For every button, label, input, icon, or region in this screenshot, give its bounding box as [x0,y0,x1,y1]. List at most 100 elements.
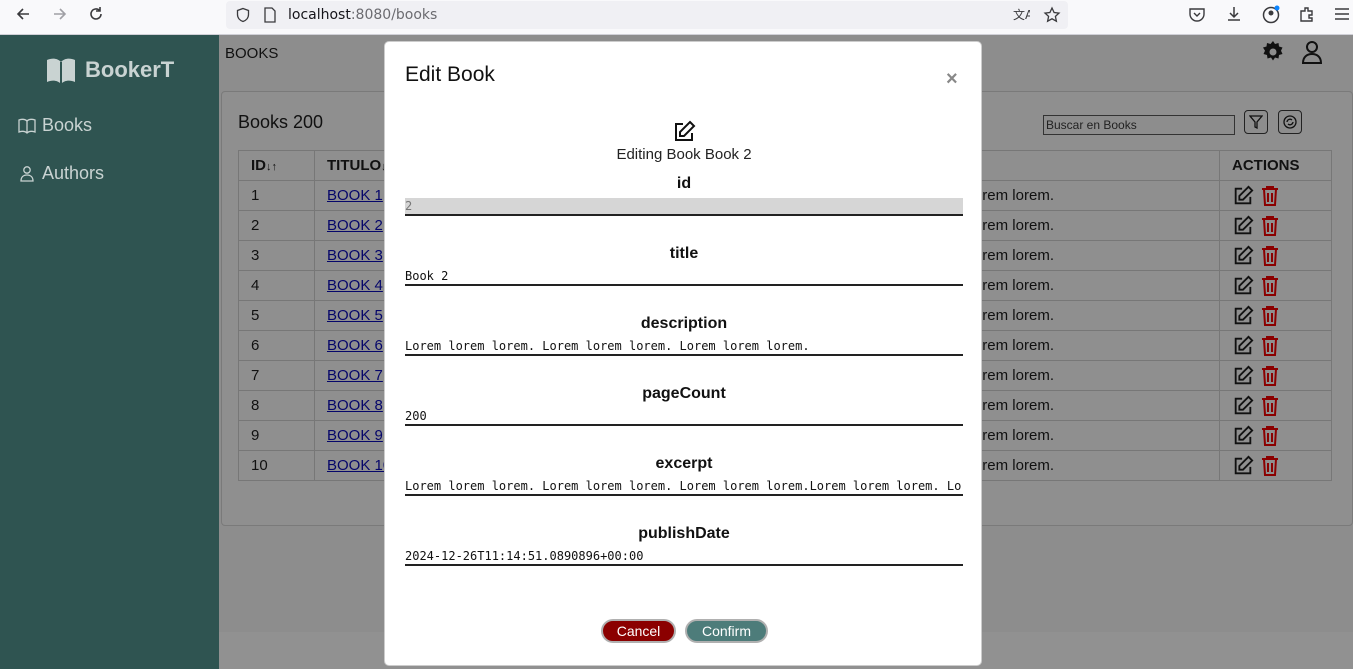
trash-icon[interactable] [1260,185,1280,207]
edit-icon[interactable] [1232,425,1254,447]
gear-icon[interactable] [1261,40,1285,64]
trash-icon[interactable] [1260,365,1280,387]
page-icon [264,7,276,23]
book-logo-icon [47,58,75,84]
trash-icon[interactable] [1260,395,1280,417]
search-input[interactable]: Buscar en Books [1043,115,1235,135]
book-link[interactable]: BOOK 3 [327,247,383,264]
pagecount-field[interactable]: 200 [405,408,963,426]
browser-toolbar: localhost:8080/books 文A [0,0,1353,35]
cell-actions [1219,270,1332,301]
book-link[interactable]: BOOK 6 [327,337,383,354]
title-field[interactable]: Book 2 [405,268,963,286]
sort-icon[interactable]: ↓↑ [266,161,277,173]
cell-actions [1219,390,1332,421]
cell-actions [1219,450,1332,481]
edit-icon[interactable] [1232,395,1254,417]
description-field[interactable]: Lorem lorem lorem. Lorem lorem lorem. Lo… [405,338,963,356]
edit-icon[interactable] [1232,245,1254,267]
trash-icon[interactable] [1260,275,1280,297]
book-link[interactable]: BOOK 8 [327,397,383,414]
extensions-icon[interactable] [1298,5,1316,23]
close-icon[interactable]: × [946,68,958,91]
download-icon[interactable] [1225,5,1243,23]
svg-text:文A: 文A [1013,7,1030,22]
filter-icon [1249,115,1263,129]
translate-icon[interactable]: 文A [1013,7,1030,23]
book-link[interactable]: BOOK 1 [327,187,383,204]
sidebar-item-books[interactable]: Books [18,115,92,136]
menu-icon[interactable] [1334,7,1350,21]
cell-id: 7 [238,360,315,391]
account-icon[interactable] [1261,5,1281,25]
cell-id: 8 [238,390,315,421]
edit-icon[interactable] [1232,455,1254,477]
section-title: BOOKS [225,45,279,62]
cell-actions [1219,300,1332,331]
cell-id: 5 [238,300,315,331]
id-field: 2 [405,198,963,216]
filter-button[interactable] [1244,110,1268,134]
cancel-button[interactable]: Cancel [601,619,676,643]
back-icon[interactable] [11,5,35,25]
trash-icon[interactable] [1260,245,1280,267]
cell-actions [1219,360,1332,391]
cell-actions [1219,330,1332,361]
pocket-icon[interactable] [1188,6,1206,24]
edit-icon[interactable] [1232,335,1254,357]
book-link[interactable]: BOOK 4 [327,277,383,294]
cell-actions [1219,210,1332,241]
title-label: title [669,245,699,262]
edit-icon[interactable] [1232,365,1254,387]
edit-book-modal: Edit Book × Editing Book Book 2 id 2 tit… [384,41,982,666]
edit-icon[interactable] [1232,305,1254,327]
id-label: id [676,175,692,192]
cell-actions [1219,240,1332,271]
cell-actions [1219,180,1332,211]
publishdate-label: publishDate [638,525,730,542]
sidebar: BookerT Books Authors [0,35,219,669]
book-link[interactable]: BOOK 10 [327,457,391,474]
trash-icon[interactable] [1260,305,1280,327]
trash-icon[interactable] [1260,455,1280,477]
edit-icon [675,120,696,141]
url-text: localhost:8080/books [288,7,438,23]
column-header-actions: ACTIONS [1219,150,1332,181]
trash-icon[interactable] [1260,425,1280,447]
refresh-button[interactable] [1278,110,1302,134]
modal-title: Edit Book [405,63,495,86]
edit-icon[interactable] [1232,185,1254,207]
book-link[interactable]: BOOK 7 [327,367,383,384]
edit-icon[interactable] [1232,275,1254,297]
sidebar-item-label: Books [42,115,93,135]
column-header-id[interactable]: ID↓↑ [238,150,315,181]
description-label: description [640,315,728,332]
cell-id: 10 [238,450,315,481]
book-link[interactable]: BOOK 5 [327,307,383,324]
cell-id: 4 [238,270,315,301]
excerpt-field[interactable]: Lorem lorem lorem. Lorem lorem lorem. Lo… [405,478,963,496]
address-bar[interactable]: localhost:8080/books 文A [226,1,1068,29]
edit-icon[interactable] [1232,215,1254,237]
reload-icon[interactable] [84,5,108,25]
refresh-icon [1283,115,1297,129]
forward-icon[interactable] [48,5,72,25]
bookmark-star-icon[interactable] [1043,6,1061,24]
brand-logo[interactable]: BookerT [45,55,174,85]
editing-subtitle: Editing Book Book 2 [616,146,752,163]
book-link[interactable]: BOOK 9 [327,427,383,444]
person-icon [20,165,34,182]
cell-id: 1 [238,180,315,211]
shield-icon[interactable] [235,7,251,23]
cell-id: 9 [238,420,315,451]
user-icon[interactable] [1301,40,1323,64]
book-link[interactable]: BOOK 2 [327,217,383,234]
trash-icon[interactable] [1260,215,1280,237]
confirm-button[interactable]: Confirm [685,619,768,643]
brand-name: BookerT [85,57,175,82]
cell-actions [1219,420,1332,451]
trash-icon[interactable] [1260,335,1280,357]
open-book-icon [18,118,36,134]
publishdate-field[interactable]: 2024-12-26T11:14:51.0890896+00:00 [405,548,963,566]
sidebar-item-authors[interactable]: Authors [18,163,104,184]
